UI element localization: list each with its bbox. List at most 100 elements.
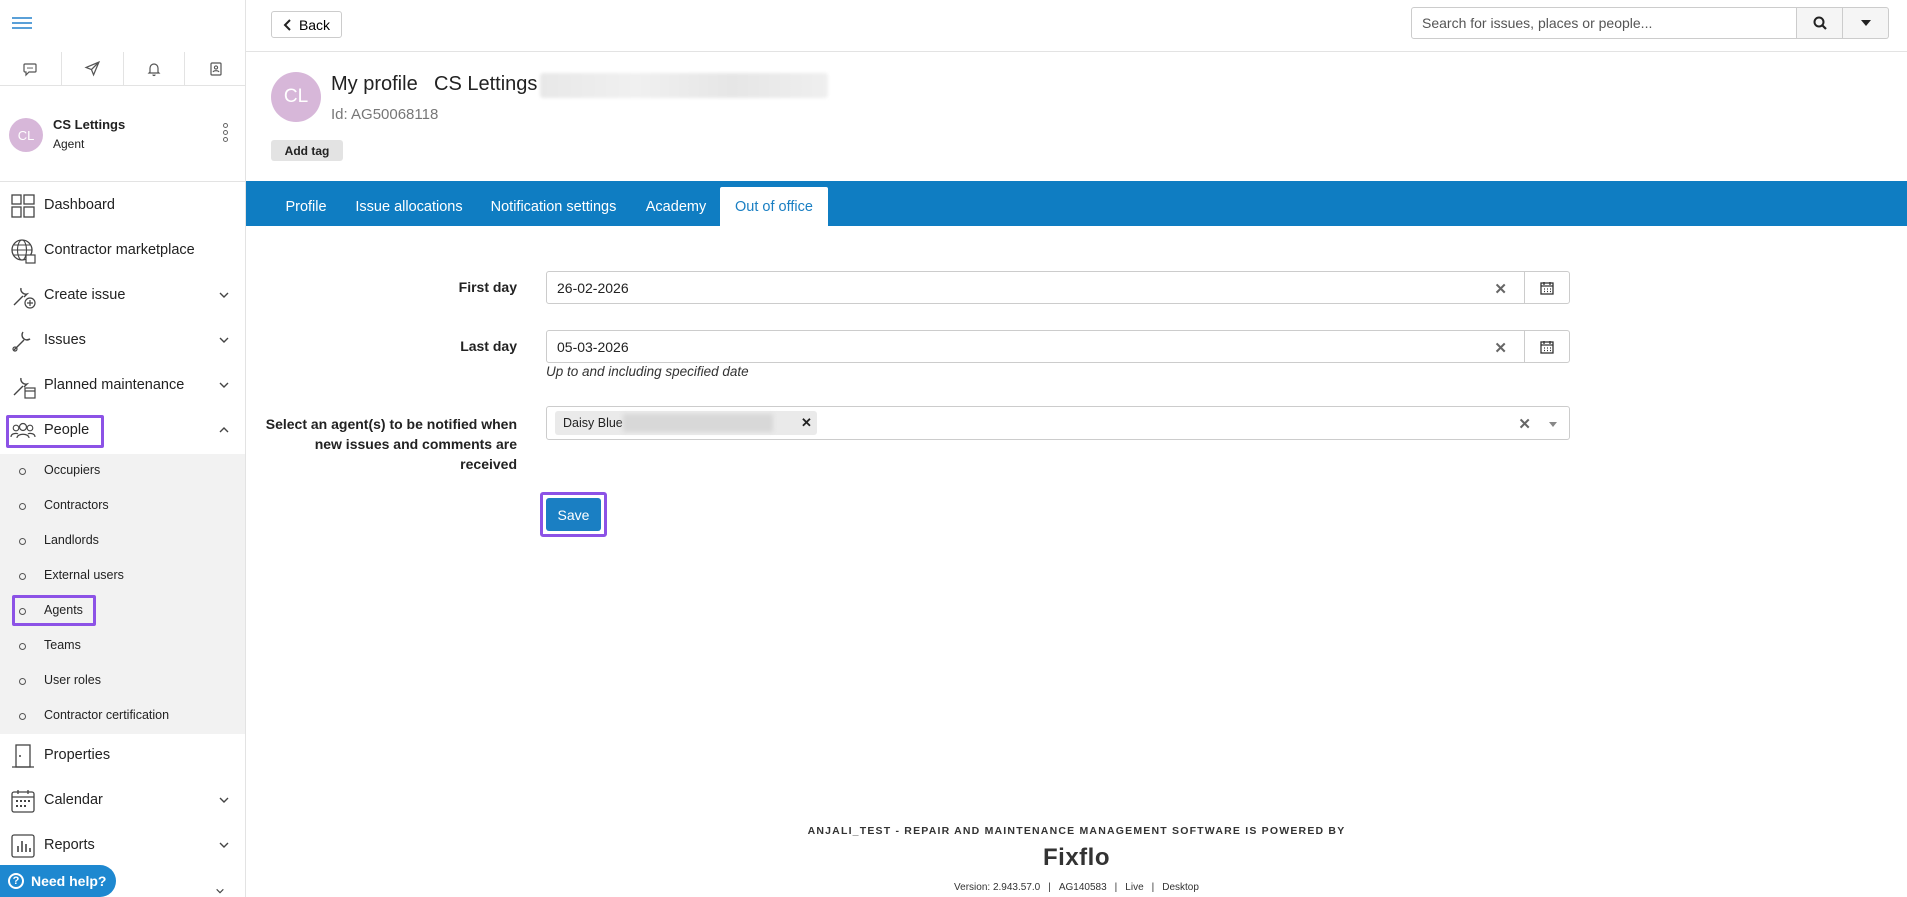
- calendar-icon: [1540, 281, 1554, 295]
- contact-card-icon[interactable]: [185, 52, 245, 85]
- tab-issue-allocations[interactable]: Issue allocations: [347, 187, 471, 226]
- nav-label: Dashboard: [44, 197, 115, 213]
- chevron-down-icon: [219, 842, 229, 848]
- subnav-label: Landlords: [44, 533, 99, 547]
- globe-icon: [11, 239, 36, 264]
- chevron-down-icon: [219, 337, 229, 343]
- nav-dashboard[interactable]: Dashboard: [0, 183, 245, 227]
- bell-icon[interactable]: [124, 52, 186, 85]
- agent-chip: Daisy Blue ✕: [555, 411, 817, 435]
- need-help-label: Need help?: [31, 873, 107, 889]
- subnav-item-contractor-certification[interactable]: Contractor certification: [0, 699, 245, 734]
- last-day-label: Last day: [460, 338, 517, 354]
- calendar-button[interactable]: [1524, 331, 1569, 362]
- last-day-value: 05-03-2026: [557, 339, 629, 355]
- question-icon: ?: [8, 873, 24, 889]
- user-name: CS Lettings: [53, 117, 126, 132]
- subnav-label: Contractor certification: [44, 708, 170, 722]
- clear-icon[interactable]: ✕: [1494, 280, 1507, 298]
- nav-label: Planned maintenance: [44, 377, 185, 393]
- tab-out-of-office[interactable]: Out of office: [720, 187, 828, 226]
- save-button[interactable]: Save: [546, 498, 601, 531]
- subnav-label: User roles: [44, 673, 101, 687]
- tab-academy[interactable]: Academy: [636, 187, 716, 226]
- calendar-icon: [1540, 340, 1554, 354]
- nav-planned-maintenance[interactable]: Planned maintenance: [0, 363, 245, 407]
- user-avatar[interactable]: CL: [9, 118, 43, 152]
- back-button[interactable]: Back: [271, 11, 342, 38]
- agents-label-line: Select an agent(s) to be notified when: [265, 416, 517, 432]
- footer-mode: Desktop: [1162, 882, 1199, 893]
- agents-select[interactable]: Daisy Blue ✕ ✕: [546, 406, 1570, 440]
- wrench-icon: [12, 331, 31, 352]
- wrench-calendar-icon: [13, 377, 36, 399]
- chevron-down-icon[interactable]: [214, 886, 226, 896]
- dashboard-icon: [11, 194, 35, 218]
- user-role: Agent: [53, 137, 85, 151]
- nav-create-issue[interactable]: Create issue: [0, 273, 245, 317]
- subnav-item-user-roles[interactable]: User roles: [0, 664, 245, 699]
- caret-down-icon: [1860, 20, 1871, 26]
- nav-calendar[interactable]: Calendar: [0, 778, 245, 822]
- search-input[interactable]: [1411, 7, 1797, 39]
- remove-chip-icon[interactable]: ✕: [801, 415, 812, 431]
- calendar-button[interactable]: [1524, 272, 1569, 303]
- profile-avatar: CL: [271, 72, 321, 122]
- messages-icon[interactable]: [0, 52, 62, 85]
- search-button[interactable]: [1797, 7, 1843, 39]
- caret-down-icon[interactable]: [1549, 422, 1557, 427]
- chevron-down-icon: [219, 797, 229, 803]
- chevron-down-icon: [219, 382, 229, 388]
- nav-label: Issues: [44, 332, 86, 348]
- fixflo-logo: Fixflo: [1043, 844, 1110, 871]
- agents-label-line: new issues and comments are: [314, 436, 517, 452]
- footer-powered-by: ANJALI_TEST - REPAIR AND MAINTENANCE MAN…: [807, 825, 1346, 837]
- first-day-field[interactable]: 26-02-2026 ✕: [546, 271, 1570, 304]
- search-dropdown-button[interactable]: [1843, 7, 1889, 39]
- add-tag-button[interactable]: Add tag: [271, 140, 343, 161]
- subnav-item-external-users[interactable]: External users: [0, 559, 245, 594]
- chevron-left-icon: [283, 18, 291, 31]
- subnav-item-landlords[interactable]: Landlords: [0, 524, 245, 559]
- agents-label-line: received: [460, 456, 517, 472]
- nav-label: Properties: [44, 747, 111, 763]
- nav-contractor-marketplace[interactable]: Contractor marketplace: [0, 228, 245, 272]
- footer-meta: Version: 2.943.57.0 | AG140583 | Live | Deskto…: [954, 882, 1199, 893]
- send-icon[interactable]: [62, 52, 124, 85]
- sidebar: CL CS Lettings Agent Dashboard Contracto…: [0, 0, 246, 897]
- footer-version: Version: 2.943.57.0: [954, 882, 1041, 893]
- tab-profile[interactable]: Profile: [275, 187, 337, 226]
- people-subnav: Occupiers Contractors Landlords External…: [0, 454, 245, 734]
- chevron-up-icon: [219, 427, 229, 433]
- subnav-item-occupiers[interactable]: Occupiers: [0, 454, 245, 489]
- page-title: My profile: [331, 73, 418, 95]
- door-icon: [12, 744, 34, 768]
- profile-name: CS Lettings: [434, 73, 538, 95]
- nav-issues[interactable]: Issues: [0, 318, 245, 362]
- clear-icon[interactable]: ✕: [1494, 339, 1507, 357]
- footer-code: AG140583: [1058, 882, 1107, 893]
- subnav-label: External users: [44, 568, 124, 582]
- last-day-hint: Up to and including specified date: [546, 364, 749, 379]
- profile-id: Id: AG50068118: [331, 106, 439, 123]
- nav-label: Reports: [44, 837, 95, 853]
- first-day-value: 26-02-2026: [557, 280, 629, 296]
- bar-chart-icon: [11, 834, 35, 858]
- nav-reports[interactable]: Reports: [0, 823, 245, 867]
- footer-env: Live: [1125, 882, 1144, 893]
- chevron-down-icon: [219, 292, 229, 298]
- sidebar-icon-row: [0, 52, 245, 86]
- kebab-menu-icon[interactable]: [223, 123, 229, 145]
- subnav-label: Teams: [44, 638, 81, 652]
- last-day-field[interactable]: 05-03-2026 ✕: [546, 330, 1570, 363]
- clear-icon[interactable]: ✕: [1518, 415, 1531, 433]
- hamburger-menu-icon[interactable]: [12, 14, 32, 30]
- nav-label: Contractor marketplace: [44, 242, 195, 258]
- agents-highlight: [12, 595, 96, 626]
- need-help-button[interactable]: ? Need help?: [0, 865, 116, 897]
- nav-properties[interactable]: Properties: [0, 733, 245, 777]
- first-day-label: First day: [458, 279, 517, 295]
- tab-notification-settings[interactable]: Notification settings: [481, 187, 626, 226]
- subnav-item-contractors[interactable]: Contractors: [0, 489, 245, 524]
- subnav-item-teams[interactable]: Teams: [0, 629, 245, 664]
